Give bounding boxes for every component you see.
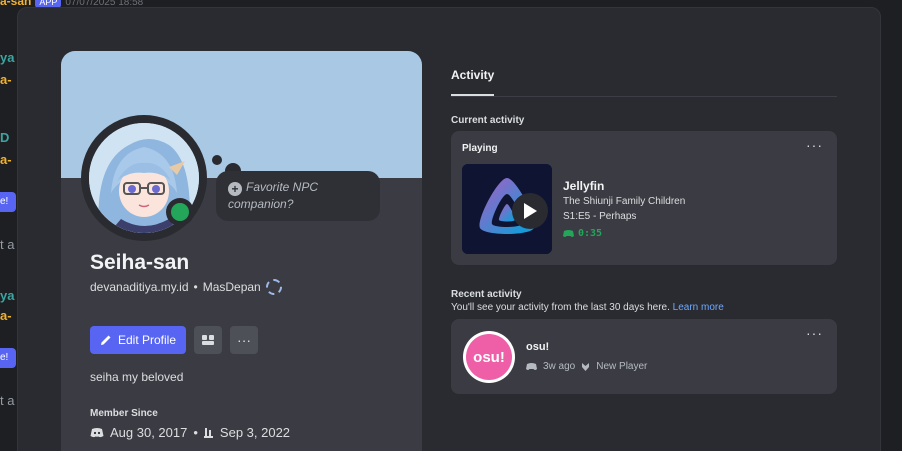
people-group-icon [202,335,215,345]
profile-card: + Favorite NPC companion? Seiha-san devan… [61,51,422,451]
server-join-date: Sep 3, 2022 [219,425,291,440]
play-icon [524,203,537,219]
discord-icon [90,428,104,438]
chat-fragment: a- [0,308,12,323]
chat-chip: e! [0,348,16,368]
chat-fragment: t a [0,393,15,408]
username[interactable]: devanaditiya.my.id [90,280,189,294]
current-activity-card: Playing ··· Jellyfin The Shiunji Family … [451,131,837,265]
member-since-row: Aug 30, 2017 • Sep 3, 2022 [90,425,290,440]
member-since-label: Member Since [90,408,158,419]
recent-activity-hint: You'll see your activity from the last 3… [451,302,724,313]
gamepad-icon [563,230,574,237]
play-button[interactable] [512,193,548,229]
chat-chip: e! [0,192,16,212]
profile-actions: Edit Profile ··· [90,326,259,354]
chat-fragment: t a [0,237,15,252]
display-name: Seiha-san [90,251,190,274]
tab-divider [451,96,837,97]
activity-app-name: Jellyfin [563,179,605,193]
chat-fragment: a- [0,152,12,167]
more-options-button[interactable]: ··· [230,326,259,354]
discord-join-date: Aug 30, 2017 [110,425,188,440]
new-player-icon [582,362,590,371]
recent-game-title: osu! [526,341,550,353]
elapsed-time: 0:35 [578,228,603,239]
recent-activity-subtitle: You'll see your activity from the last 3… [451,302,670,313]
user-profile-modal: + Favorite NPC companion? Seiha-san devan… [17,7,881,451]
activity-elapsed: 0:35 [563,228,602,239]
bio: seiha my beloved [90,370,184,384]
activity-episode: S1:E5 - Perhaps [563,211,637,222]
online-status-indicator [166,198,194,226]
custom-status-text: Favorite NPC companion? [228,180,319,211]
current-activity-label: Current activity [451,115,525,126]
activity-more-button[interactable]: ··· [806,137,823,153]
edit-profile-label: Edit Profile [118,333,177,347]
server-icon [203,427,213,438]
recent-game-meta: 3w ago New Player [526,361,647,372]
separator-dot: • [193,425,198,440]
recent-game-when: 3w ago [543,361,576,372]
gamepad-icon [526,363,537,370]
username-line: devanaditiya.my.id • MasDepan [90,279,282,295]
recent-game-tag: New Player [596,361,648,372]
ellipsis-icon: ··· [237,332,252,348]
custom-status-bubble[interactable]: + Favorite NPC companion? [216,171,380,221]
add-circle-icon: + [228,182,242,196]
server-tag-badge-icon[interactable] [265,279,282,295]
playing-label: Playing [462,143,498,154]
learn-more-link[interactable]: Learn more [673,302,724,313]
chat-fragment: a- [0,72,12,87]
activity-series: The Shiunji Family Children [563,196,686,207]
tab-activity[interactable]: Activity [451,68,494,82]
chat-fragment: D [0,130,10,145]
server-profiles-button[interactable] [194,326,223,354]
thought-bubble-dot [212,155,222,165]
server-tag[interactable]: MasDepan [203,280,261,294]
pencil-icon [101,335,111,345]
recent-activity-label: Recent activity [451,289,522,300]
recent-activity-card[interactable]: ··· osu! osu! 3w ago New Player [451,319,837,394]
edit-profile-button[interactable]: Edit Profile [90,326,187,354]
osu-logo: osu! [463,331,515,383]
recent-activity-more-button[interactable]: ··· [806,325,823,341]
osu-logo-text: osu! [466,334,512,380]
separator-dot: • [193,280,198,294]
